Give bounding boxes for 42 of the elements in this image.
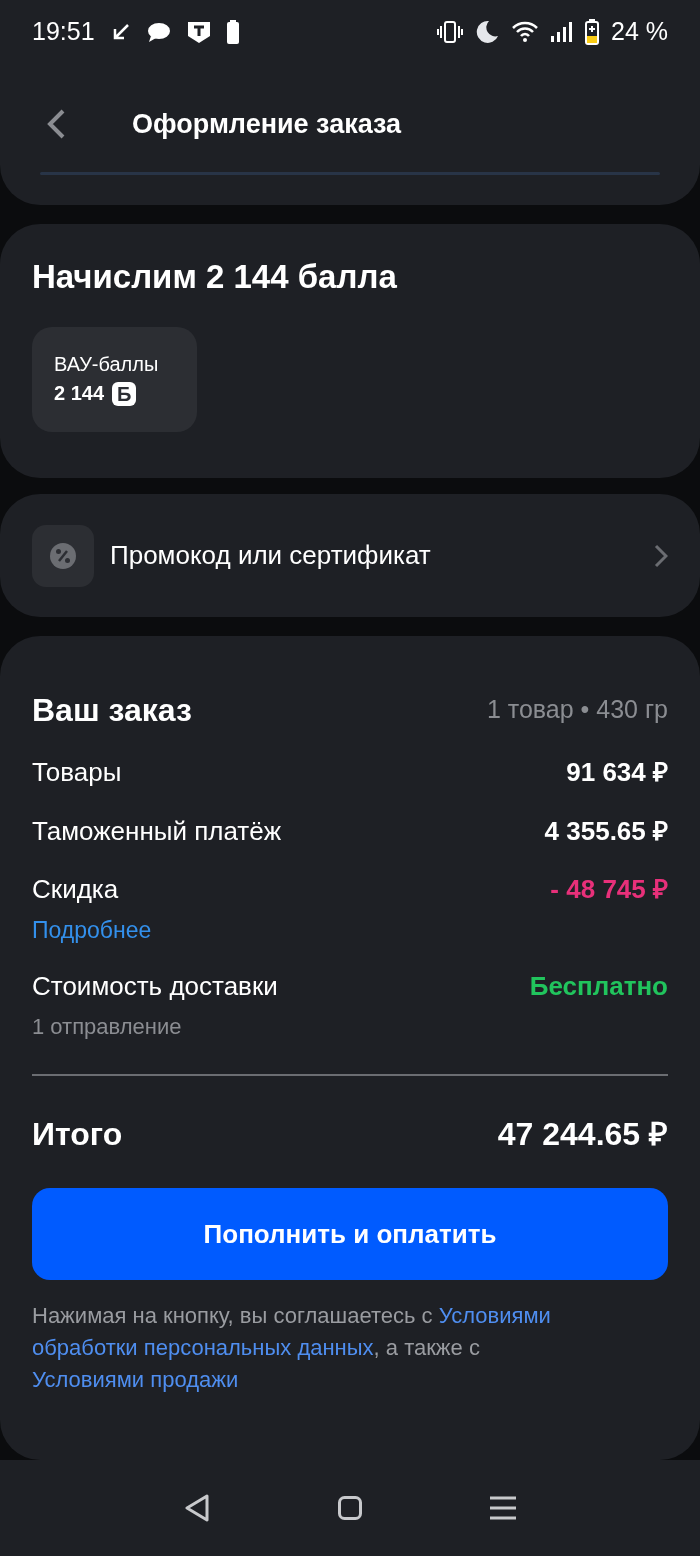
total-label: Итого [32, 1115, 123, 1155]
shield-icon [186, 20, 211, 44]
order-row-value: 4 355.65 ₽ [544, 814, 668, 847]
pay-button[interactable]: Пополнить и оплатить [32, 1188, 668, 1281]
battery-icon [226, 20, 239, 44]
total-value: 47 244.65 ₽ [497, 1115, 668, 1155]
promo-code-label: Промокод или сертификат [110, 539, 432, 572]
details-link[interactable]: Подробнее [32, 915, 152, 945]
chevron-right-icon [654, 543, 668, 568]
bonus-amount: 2 144 [54, 381, 105, 406]
vibrate-icon [437, 21, 463, 43]
percent-icon [50, 542, 76, 569]
order-title: Ваш заказ [32, 691, 192, 730]
bonus-chip-label: ВАУ-баллы [54, 352, 160, 377]
order-row-label: Товары [32, 756, 122, 789]
chat-icon [146, 21, 171, 43]
promo-code-row[interactable]: Промокод или сертификат [0, 494, 700, 617]
shipment-count: 1 отправление [32, 1012, 183, 1041]
order-row-label: Стоимость доставки [32, 970, 278, 1003]
order-row-label: Таможенный платёж [32, 814, 282, 847]
terms-text: Нажимая на кнопку, вы соглашаетесь с Условиями обработки персональных данных, а также с Условиями продажи [32, 1302, 552, 1395]
home-icon[interactable] [338, 1496, 362, 1520]
order-row-label: Скидка [32, 873, 120, 906]
battery-percent: 24 % [611, 16, 668, 48]
order-summary: 1 товар • 430 гр [486, 694, 668, 726]
moon-icon [475, 20, 499, 44]
back-icon[interactable] [184, 1494, 210, 1522]
wifi-icon [511, 21, 539, 43]
order-row-value: Бесплатно [529, 970, 668, 1003]
chevron-left-icon [46, 108, 66, 140]
terms-link[interactable]: Условиями продажи [32, 1367, 239, 1393]
order-row-value: 91 634 ₽ [566, 756, 668, 789]
page-title: Оформление заказа [132, 107, 402, 141]
status-time: 19:51 [32, 16, 95, 48]
bonus-badge: Б [112, 381, 137, 406]
order-row-value: - 48 745 ₽ [550, 873, 668, 906]
terms-link[interactable]: обработки персональных данных [32, 1335, 374, 1361]
bonus-title: Начислим 2 144 балла [32, 260, 398, 293]
battery-icon [585, 19, 599, 45]
signal-icon [551, 22, 573, 42]
menu-icon[interactable] [490, 1496, 516, 1520]
terms-link[interactable]: Условиями [438, 1303, 551, 1329]
